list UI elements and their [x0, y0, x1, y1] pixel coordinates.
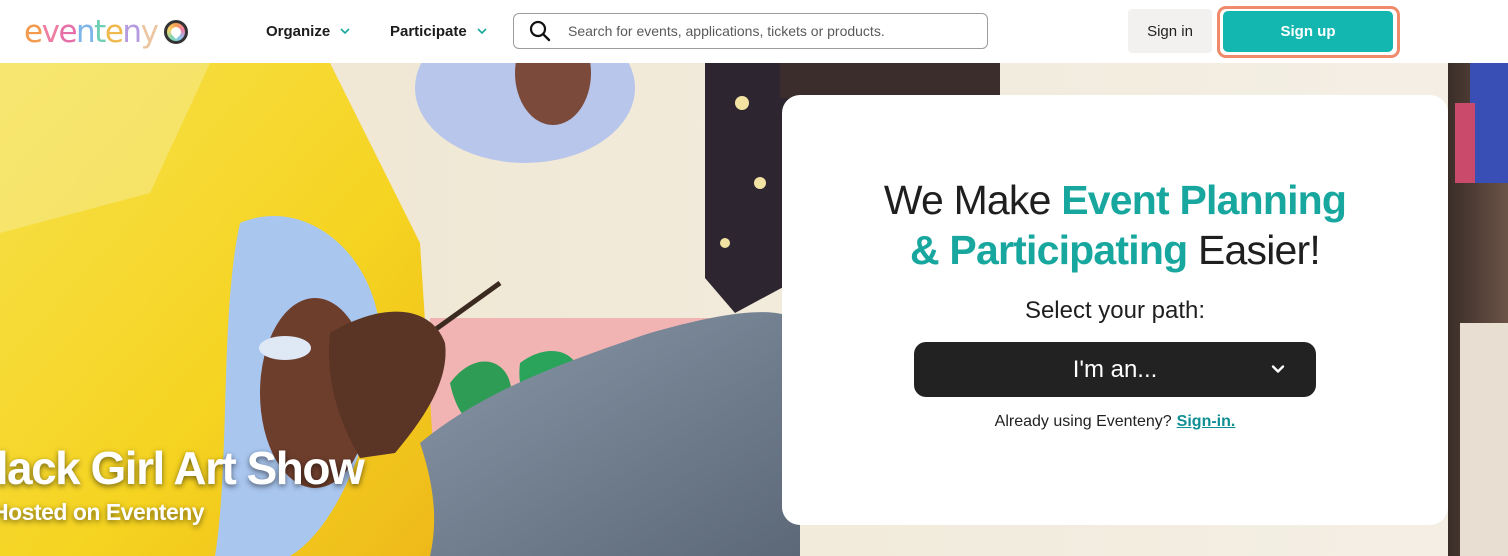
already-using-text: Already using Eventeny? [994, 413, 1172, 430]
logo-wordmark: eventeny [24, 12, 159, 52]
signin-button[interactable]: Sign in [1128, 9, 1212, 53]
search-input[interactable] [568, 23, 968, 39]
heart-badge-icon [164, 20, 189, 44]
search-icon [529, 20, 551, 42]
nav-organize[interactable]: Organize [266, 18, 351, 44]
chevron-down-icon [1271, 365, 1285, 373]
already-using-row: Already using Eventeny? Sign-in. [782, 413, 1448, 431]
select-path-label: Select your path: [1024, 297, 1206, 324]
path-selection-card: We Make Event Planning & Participating E… [782, 95, 1448, 525]
logo-letter: e [104, 14, 124, 50]
logo-letter: y [140, 14, 159, 50]
nav-participate[interactable]: Participate [390, 18, 488, 44]
card-headline: We Make Event Planning & Participating E… [782, 175, 1448, 275]
card-signin-link[interactable]: Sign-in. [1177, 413, 1236, 430]
hero-event-title[interactable]: Black Girl Art Show [0, 441, 365, 495]
logo-letter: t [94, 14, 106, 50]
top-navbar: eventeny Organize Participate Sign in Si… [0, 0, 1508, 63]
headline-accent-1: Event Planning [1061, 177, 1347, 223]
search-bar[interactable] [513, 13, 988, 49]
logo-letter: n [122, 14, 142, 50]
hero-event-subtitle: Hosted on Eventeny [0, 499, 205, 525]
nav-participate-label: Participate [390, 22, 467, 40]
headline-text-2: Easier! [1187, 227, 1321, 273]
logo-letter: e [58, 14, 77, 50]
signup-button[interactable]: Sign up [1223, 11, 1393, 52]
headline-accent-2: & Participating [910, 227, 1188, 273]
path-dropdown[interactable]: I'm an... [914, 342, 1316, 397]
chevron-down-icon [477, 28, 487, 35]
nav-organize-label: Organize [266, 22, 331, 40]
logo-letter: n [76, 14, 96, 50]
logo-letter: v [41, 14, 60, 50]
eventeny-logo[interactable]: eventeny [24, 12, 189, 52]
logo-letter: e [24, 14, 43, 50]
headline-text-1: We Make [883, 177, 1062, 223]
path-dropdown-value: I'm an... [1072, 355, 1158, 383]
chevron-down-icon [340, 28, 350, 35]
